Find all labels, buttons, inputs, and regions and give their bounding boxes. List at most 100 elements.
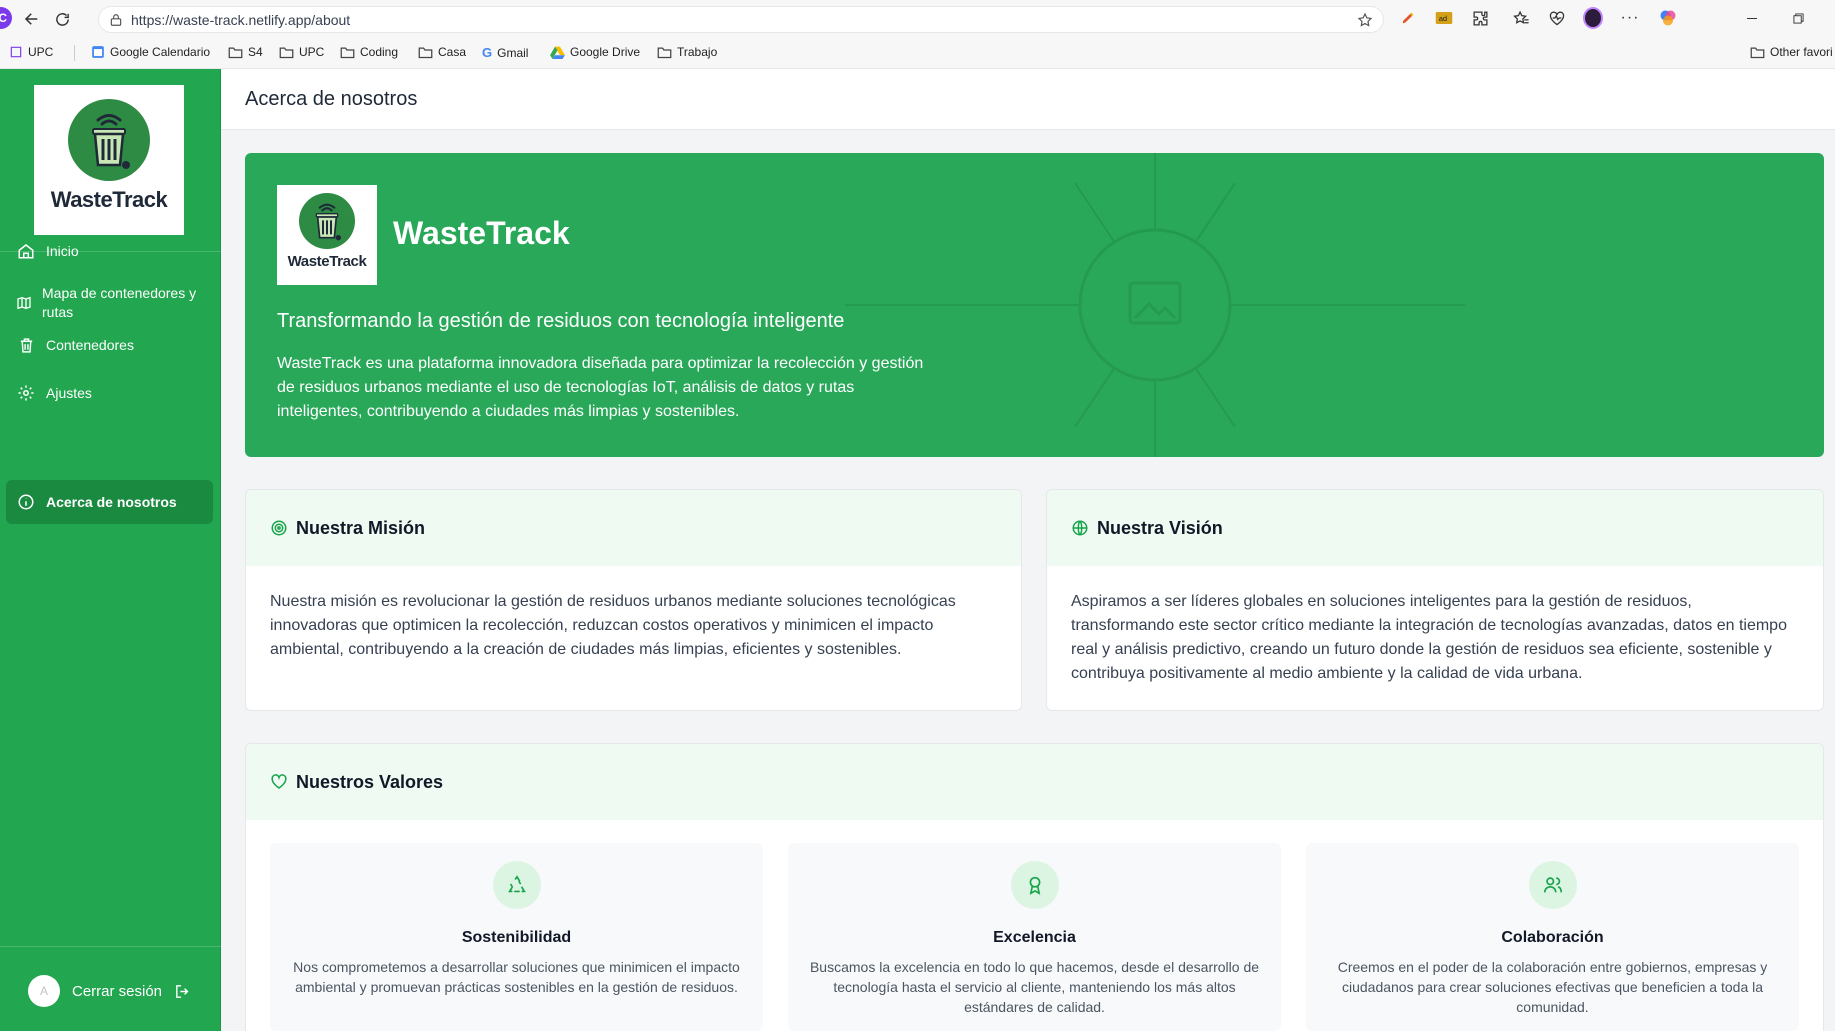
hero-background-pattern-icon <box>845 153 1465 457</box>
browser-toolbar: C https://waste-track.netlify.app/about … <box>0 0 1835 37</box>
value-description: Nos comprometemos a desarrollar solucion… <box>293 959 740 995</box>
google-calendar-icon <box>92 46 104 58</box>
sidebar-bottom-divider <box>0 946 221 947</box>
minimize-icon <box>1747 17 1757 19</box>
bookmark-label: Google Calendario <box>110 45 211 59</box>
bookmark-label: Other favori <box>1770 45 1833 59</box>
reload-button[interactable] <box>50 7 74 31</box>
svg-text:ad: ad <box>1439 14 1447 23</box>
hero-logo: WasteTrack <box>277 185 377 285</box>
folder-icon <box>1750 47 1765 58</box>
app-logo[interactable]: WasteTrack <box>34 85 184 235</box>
hero-title: WasteTrack <box>393 215 570 251</box>
sidebar-item-label: Contenedores <box>46 337 134 353</box>
bookmark-trabajo[interactable]: Trabajo <box>657 45 717 59</box>
favorites-button[interactable] <box>1511 8 1531 28</box>
sidebar-item-ajustes[interactable]: Ajustes <box>6 372 213 414</box>
bookmark-label: Casa <box>438 45 467 59</box>
page-title: Acerca de nosotros <box>245 88 418 110</box>
browser-profile-badge[interactable]: C <box>0 7 12 29</box>
profile-avatar <box>1583 7 1603 29</box>
value-description: Buscamos la excelencia en todo lo que ha… <box>809 959 1260 1015</box>
user-profile-button[interactable] <box>1583 7 1603 29</box>
minimize-button[interactable] <box>1742 8 1762 28</box>
ad-extension-icon[interactable]: ad <box>1434 8 1454 28</box>
reload-icon <box>55 12 69 26</box>
sidebar-item-inicio[interactable]: Inicio <box>6 230 213 272</box>
folder-icon <box>657 47 672 58</box>
bookmark-label: S4 <box>248 45 263 59</box>
values-card-header: Nuestros Valores <box>246 744 1823 820</box>
vision-title: Nuestra Visión <box>1097 517 1223 538</box>
bookmark-gmail[interactable]: G Gmail <box>482 45 528 60</box>
mission-text: Nuestra misión es revolucionar la gestió… <box>270 593 956 658</box>
users-icon <box>1528 861 1577 909</box>
mission-title: Nuestra Misión <box>296 517 426 538</box>
value-description: Creemos en el poder de la colaboración e… <box>1337 959 1768 1015</box>
logout-label: Cerrar sesión <box>72 982 163 1000</box>
recycle-icon <box>492 861 541 909</box>
bookmark-label: UPC <box>28 45 54 59</box>
bookmarks-bar: UPC Google Calendario S4 UPC Coding Casa… <box>0 37 1835 69</box>
folder-icon <box>228 47 243 58</box>
favorites-star-icon <box>1512 10 1529 24</box>
vision-card-header: Nuestra Visión <box>1047 490 1823 566</box>
restore-button[interactable] <box>1788 8 1808 28</box>
bookmark-casa[interactable]: Casa <box>418 45 466 59</box>
sidebar-item-label: Inicio <box>46 243 79 259</box>
bookmark-google-drive[interactable]: Google Drive <box>550 45 640 59</box>
health-extension-button[interactable] <box>1547 8 1567 28</box>
extensions-button[interactable] <box>1470 8 1490 28</box>
logout-button[interactable]: A Cerrar sesión <box>28 975 191 1007</box>
favorite-star-icon[interactable] <box>1357 12 1373 28</box>
sidebar-item-acerca[interactable]: Acerca de nosotros <box>6 480 213 524</box>
value-item-colaboracion: Colaboración Creemos en el poder de la c… <box>1306 843 1799 1031</box>
sidebar-item-label: Acerca de nosotros <box>46 494 177 510</box>
sidebar: WasteTrack Inicio Mapa de contenedores y… <box>0 69 221 1031</box>
bookmark-label: UPC <box>299 45 325 59</box>
bookmark-upc[interactable]: UPC <box>9 45 53 59</box>
sidebar-item-contenedores[interactable]: Contenedores <box>6 324 213 366</box>
bookmark-coding[interactable]: Coding <box>340 45 398 59</box>
hero-logo-emblem <box>299 193 355 249</box>
value-item-sostenibilidad: Sostenibilidad Nos comprometemos a desar… <box>270 843 763 1031</box>
address-bar[interactable]: https://waste-track.netlify.app/about <box>98 6 1384 33</box>
pen-icon <box>1402 12 1414 24</box>
more-menu-button[interactable]: ··· <box>1620 8 1640 28</box>
bookmark-label: Coding <box>360 45 399 59</box>
vision-text: Aspiramos a ser líderes globales en solu… <box>1071 593 1787 682</box>
sidebar-item-label: Mapa de contenedores y rutas <box>42 285 197 320</box>
value-item-excelencia: Excelencia Buscamos la excelencia en tod… <box>788 843 1281 1031</box>
bookmark-other-favorites[interactable]: Other favori <box>1750 45 1833 59</box>
page-header: Acerca de nosotros <box>221 69 1835 130</box>
globe-icon <box>1072 520 1088 536</box>
bookmark-label: Trabajo <box>677 45 718 59</box>
ad-block-icon: ad <box>1435 12 1453 24</box>
copilot-button[interactable] <box>1658 8 1678 28</box>
bookmark-upc-folder[interactable]: UPC <box>279 45 324 59</box>
back-button[interactable] <box>20 7 44 31</box>
map-icon <box>6 295 42 311</box>
restore-icon <box>1792 12 1804 24</box>
value-title: Excelencia <box>993 929 1076 946</box>
value-title: Sostenibilidad <box>461 929 572 946</box>
upc-folder-icon <box>10 46 22 58</box>
bookmark-s4[interactable]: S4 <box>228 45 263 59</box>
bookmark-google-calendario[interactable]: Google Calendario <box>91 45 210 59</box>
pen-extension-icon[interactable] <box>1398 8 1418 28</box>
folder-icon <box>340 47 355 58</box>
award-icon <box>1010 861 1059 909</box>
mission-card-header: Nuestra Misión <box>246 490 1021 566</box>
bookmark-separator <box>74 45 75 61</box>
gear-icon <box>6 384 46 402</box>
hero-logo-wordmark: WasteTrack <box>287 253 367 270</box>
google-drive-icon <box>550 46 565 59</box>
heart-pulse-icon <box>1549 11 1565 26</box>
profile-initial: C <box>0 11 7 25</box>
trash-icon <box>6 337 46 354</box>
value-title: Colaboración <box>1501 929 1604 946</box>
vision-card: Nuestra Visión Aspiramos a ser líderes g… <box>1046 489 1824 711</box>
url-text: https://waste-track.netlify.app/about <box>131 11 351 28</box>
hero-description: WasteTrack es una plataforma innovadora … <box>277 355 924 420</box>
site-info-icon[interactable] <box>109 13 123 27</box>
